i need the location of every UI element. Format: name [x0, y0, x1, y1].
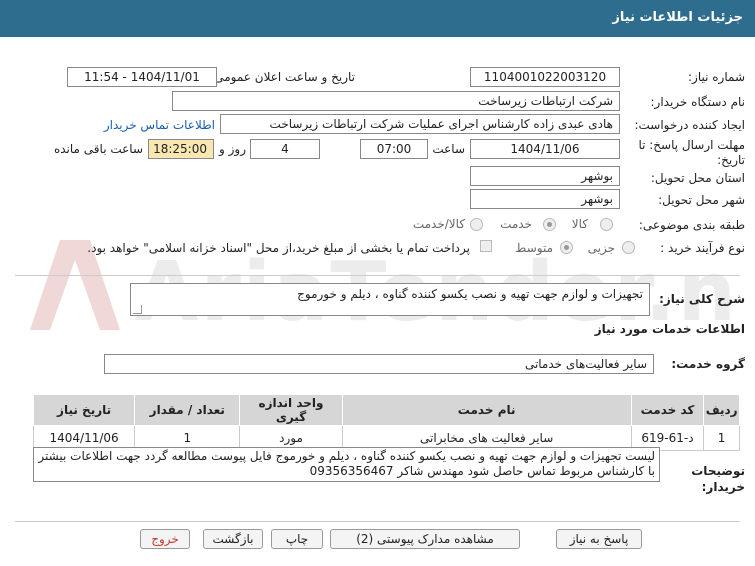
buyer-org-field: شرکت ارتباطات زیرساخت: [172, 91, 620, 111]
announce-label: تاریخ و ساعت اعلان عمومی:: [210, 70, 355, 84]
cell-row-number: 1: [703, 425, 740, 451]
page-header: جزئیات اطلاعات نیاز: [0, 0, 755, 37]
col-header-row-number: ردیف: [703, 394, 740, 426]
treasury-checkbox[interactable]: [480, 240, 492, 252]
purchase-radio-minor[interactable]: [622, 241, 635, 254]
remaining-time-field: 18:25:00: [148, 139, 214, 159]
col-header-unit: واحد اندازه گیری: [239, 394, 343, 426]
province-field: بوشهر: [470, 166, 620, 186]
category-radio-goods-service[interactable]: [470, 218, 483, 231]
city-label: شهر محل تحویل:: [658, 193, 745, 207]
resize-handle[interactable]: [133, 305, 142, 314]
services-title: اطلاعات خدمات مورد نیاز: [594, 322, 745, 336]
purchase-type-label: نوع فرآیند خرید :: [660, 241, 745, 255]
contact-buyer-link[interactable]: اطلاعات تماس خریدار: [104, 118, 215, 132]
table-header-row: ردیف کد خدمت نام خدمت واحد اندازه گیری ت…: [32, 394, 740, 426]
deadline-date-field: 1404/11/06: [470, 139, 620, 159]
days-remaining-field: 4: [250, 139, 320, 159]
col-header-quantity: تعداد / مقدار: [134, 394, 241, 426]
back-button[interactable]: بازگشت: [203, 529, 263, 549]
buyer-notes-label: توضیحات خریدار:: [691, 464, 745, 494]
service-group-label: گروه خدمت:: [671, 357, 745, 371]
col-header-service-name: نام خدمت: [341, 394, 632, 426]
summary-text: تجهیزات و لوازم جهت تهیه و نصب یکسو کنند…: [297, 287, 643, 301]
buyer-org-label: نام دستگاه خریدار:: [650, 95, 746, 109]
services-table: ردیف کد خدمت نام خدمت واحد اندازه گیری ت…: [32, 394, 740, 451]
footer-divider: [15, 521, 740, 522]
section-divider: [15, 275, 740, 276]
summary-label: شرح کلی نیاز:: [659, 292, 745, 306]
need-number-label: شماره نیاز:: [688, 70, 745, 84]
purchase-radio-medium[interactable]: [560, 241, 573, 254]
need-number-field: 1104001022003120: [470, 67, 620, 87]
col-header-need-date: تاریخ نیاز: [32, 394, 136, 426]
exit-button[interactable]: خروج: [140, 529, 190, 549]
category-option-service: خدمت: [500, 217, 532, 231]
deadline-label: مهلت ارسال پاسخ: تا تاریخ:: [638, 138, 745, 167]
announce-field: 1404/11/01 - 11:54: [67, 67, 217, 87]
purchase-option-minor: جزیی: [587, 241, 615, 255]
deadline-time-field: 07:00: [360, 139, 428, 159]
days-label: روز و: [219, 142, 246, 156]
remaining-label: ساعت باقی مانده: [53, 142, 143, 156]
city-field: بوشهر: [470, 189, 620, 209]
category-option-goods: کالا: [571, 217, 588, 231]
page-title: جزئیات اطلاعات نیاز: [612, 10, 743, 25]
creator-field: هادی عبدی زاده کارشناس اجرای عملیات شرکت…: [220, 114, 620, 134]
reply-button[interactable]: پاسخ به نیاز: [556, 529, 642, 549]
creator-label: ایجاد کننده درخواست:: [634, 118, 745, 132]
service-group-field: سایر فعالیت‌های خدماتی: [104, 354, 654, 374]
view-attachments-button[interactable]: مشاهده مدارک پیوستی (2): [330, 529, 520, 549]
summary-field: تجهیزات و لوازم جهت تهیه و نصب یکسو کنند…: [130, 283, 650, 316]
col-header-service-code: کد خدمت: [630, 394, 705, 426]
category-label: طبقه بندی موضوعی:: [638, 218, 745, 232]
province-label: استان محل تحویل:: [650, 171, 745, 185]
purchase-option-medium: متوسط: [515, 241, 553, 255]
buyer-notes-field: لیست تجهیزات و لوازم جهت تهیه و نصب یکسو…: [33, 447, 660, 482]
print-button[interactable]: چاپ: [271, 529, 323, 549]
category-option-goods-service: کالا/خدمت: [412, 217, 465, 231]
buyer-notes-text: لیست تجهیزات و لوازم جهت تهیه و نصب یکسو…: [38, 449, 655, 478]
deadline-time-label: ساعت: [432, 142, 465, 156]
category-radio-service[interactable]: [543, 218, 556, 231]
category-radio-goods[interactable]: [600, 218, 613, 231]
payment-note: پرداخت تمام یا بخشی از مبلغ خرید،از محل …: [87, 241, 470, 255]
